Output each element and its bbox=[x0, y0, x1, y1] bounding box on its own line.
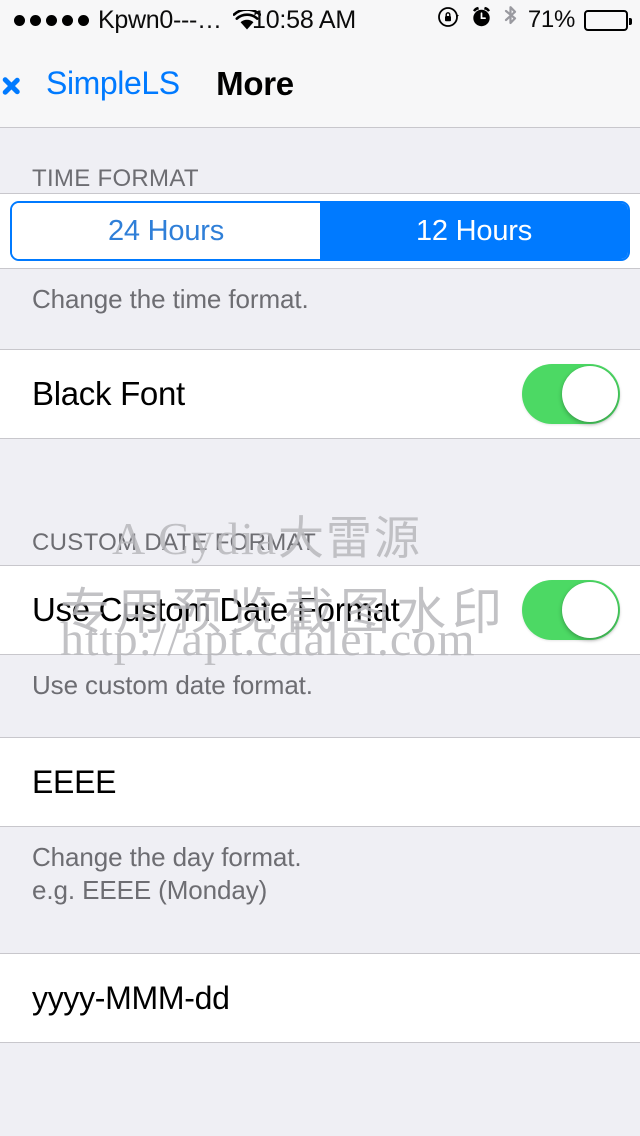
time-format-segmented-control[interactable]: 24 Hours 12 Hours bbox=[10, 201, 630, 261]
status-bar-right: 71% bbox=[437, 0, 632, 40]
battery-icon bbox=[584, 9, 632, 31]
segment-12-hours[interactable]: 12 Hours bbox=[320, 203, 628, 259]
battery-percent-label: 71% bbox=[527, 6, 575, 33]
segment-24-hours[interactable]: 24 Hours bbox=[12, 203, 320, 259]
settings-table: TIME FORMAT 24 Hours 12 Hours Change the… bbox=[0, 128, 640, 1043]
row-date-format[interactable]: yyyy-MMM-dd bbox=[0, 953, 640, 1043]
section-header-time-format: TIME FORMAT bbox=[32, 165, 199, 192]
alarm-clock-icon bbox=[470, 5, 493, 36]
row-use-custom-date-format-label: Use Custom Date Format bbox=[32, 591, 400, 628]
row-black-font[interactable]: Black Font bbox=[0, 349, 640, 439]
day-format-input[interactable]: EEEE bbox=[32, 764, 620, 801]
navigation-bar: SimpleLS More bbox=[0, 40, 640, 128]
date-format-input[interactable]: yyyy-MMM-dd bbox=[32, 980, 620, 1017]
page-title: More bbox=[216, 64, 294, 102]
status-bar: Kpwn0---… 10:58 AM 71% bbox=[0, 0, 640, 40]
footer-use-custom-date-format: Use custom date format. bbox=[32, 670, 313, 700]
row-day-format[interactable]: EEEE bbox=[0, 737, 640, 827]
bluetooth-icon bbox=[502, 4, 519, 36]
section-header-custom-date-format: CUSTOM DATE FORMAT bbox=[32, 529, 317, 556]
use-custom-date-format-switch[interactable] bbox=[522, 580, 620, 640]
footer-day-format: Change the day format. e.g. EEEE (Monday… bbox=[32, 842, 302, 906]
time-format-cell: 24 Hours 12 Hours bbox=[0, 193, 640, 269]
black-font-switch[interactable] bbox=[522, 364, 620, 424]
row-black-font-label: Black Font bbox=[32, 375, 185, 412]
rotation-lock-icon bbox=[437, 5, 461, 36]
row-use-custom-date-format[interactable]: Use Custom Date Format bbox=[0, 565, 640, 655]
footer-time-format: Change the time format. bbox=[32, 284, 309, 314]
